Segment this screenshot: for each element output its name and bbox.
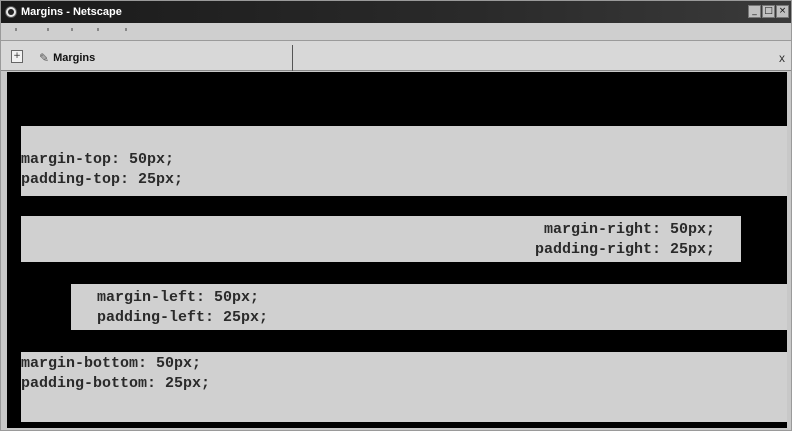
minimize-button[interactable]: _ [748,5,761,18]
margin-top-box: margin-top: 50px; padding-top: 25px; [21,126,787,196]
tab-label: Margins [53,52,96,64]
margin-bottom-box: margin-bottom: 50px; padding-bottom: 25p… [21,352,787,422]
tab-bar: + ✎ Margins x [1,41,791,71]
menu-strip-mark [47,28,49,31]
box-text-line: padding-right: 25px; [534,241,715,258]
box-text-line: margin-top: 50px; [21,151,175,168]
browser-window: Margins - Netscape _ □ × + ✎ Margins x m… [0,0,792,431]
close-tab-icon[interactable]: x [779,51,785,65]
netscape-icon [5,6,17,18]
window-title: Margins - Netscape [21,6,122,18]
title-bar[interactable]: Margins - Netscape _ □ × [1,1,791,23]
menu-strip-mark [125,28,127,31]
box-text-line: padding-left: 25px; [97,309,269,326]
box-text-line: padding-top: 25px; [21,171,184,188]
maximize-button[interactable]: □ [762,5,775,18]
tab-margins[interactable]: ✎ Margins [35,45,293,71]
menu-strip-mark [97,28,99,31]
new-tab-icon[interactable]: + [11,50,23,63]
margin-left-box: margin-left: 50px; padding-left: 25px; [71,284,787,330]
margin-right-box: margin-right: 50px; padding-right: 25px; [21,216,741,262]
page-icon: ✎ [39,51,50,65]
box-text-line: margin-right: 50px; [543,221,715,238]
window-controls: _ □ × [748,5,789,18]
box-text-line: margin-bottom: 50px; [21,355,202,372]
close-button[interactable]: × [776,5,789,18]
menu-strip-mark [71,28,73,31]
menu-strip-mark [15,28,17,31]
menu-strip[interactable] [1,23,791,41]
box-text-line: margin-left: 50px; [97,289,260,306]
page-viewport[interactable]: margin-top: 50px; padding-top: 25px; mar… [7,72,787,428]
box-text-line: padding-bottom: 25px; [21,375,211,392]
